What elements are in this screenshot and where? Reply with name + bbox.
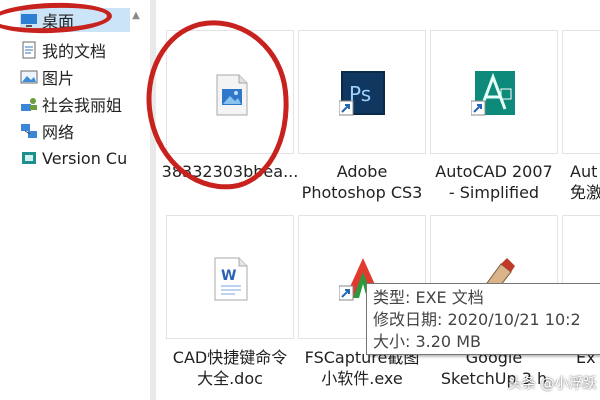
file-tile[interactable]: Ps xyxy=(298,30,426,154)
file-tile[interactable] xyxy=(430,30,558,154)
pictures-icon xyxy=(20,68,38,86)
tooltip-modified: 修改日期: 2020/10/21 10:2 xyxy=(373,310,581,329)
sidebar-item-label: 网络 xyxy=(42,123,75,142)
sidebar-item-label: Version Cu xyxy=(42,148,128,168)
file-name[interactable]: Aut 免激 xyxy=(570,161,600,203)
sidebar-item-label: 社会我丽姐 xyxy=(42,96,123,115)
sidebar-item-version-cue[interactable]: Version Cu xyxy=(20,146,130,170)
file-name[interactable]: AutoCAD 2007 - Simplified xyxy=(419,161,569,203)
file-tile[interactable]: W xyxy=(166,215,294,339)
documents-icon xyxy=(20,41,38,59)
sidebar-item-network[interactable]: 网络 xyxy=(20,119,130,143)
file-name[interactable]: CAD快捷键命令 大全.doc xyxy=(155,347,305,389)
tooltip-type: 类型: EXE 文档 xyxy=(373,288,484,307)
autocad-icon xyxy=(470,69,519,121)
svg-text:W: W xyxy=(221,268,236,284)
scroll-up-arrow-icon[interactable]: ▲ xyxy=(130,10,142,22)
version-cue-icon xyxy=(20,149,38,167)
sidebar-item-pictures[interactable]: 图片 xyxy=(20,65,130,89)
sidebar-item-network-user[interactable]: 社会我丽姐 xyxy=(20,92,130,116)
watermark: 头条 @小浮跃 xyxy=(508,376,597,392)
sidebar-item-documents[interactable]: 我的文档 xyxy=(20,38,130,62)
navigation-pane: 桌面 我的文档 图片 社会我丽姐 网络 Version Cu ▲ xyxy=(0,0,150,400)
user-network-icon xyxy=(20,95,38,113)
word-doc-icon: W xyxy=(209,256,253,306)
tooltip-size: 大小: 3.20 MB xyxy=(373,332,481,351)
file-info-tooltip: 类型: EXE 文档 修改日期: 2020/10/21 10:2 大小: 3.2… xyxy=(366,283,600,355)
sidebar-item-label: 图片 xyxy=(42,69,75,88)
file-name[interactable]: Adobe Photoshop CS3 xyxy=(287,161,437,203)
photoshop-icon: Ps xyxy=(338,69,387,121)
network-icon xyxy=(20,122,38,140)
file-tile[interactable] xyxy=(562,30,600,154)
sidebar-item-label: 我的文档 xyxy=(42,42,107,61)
